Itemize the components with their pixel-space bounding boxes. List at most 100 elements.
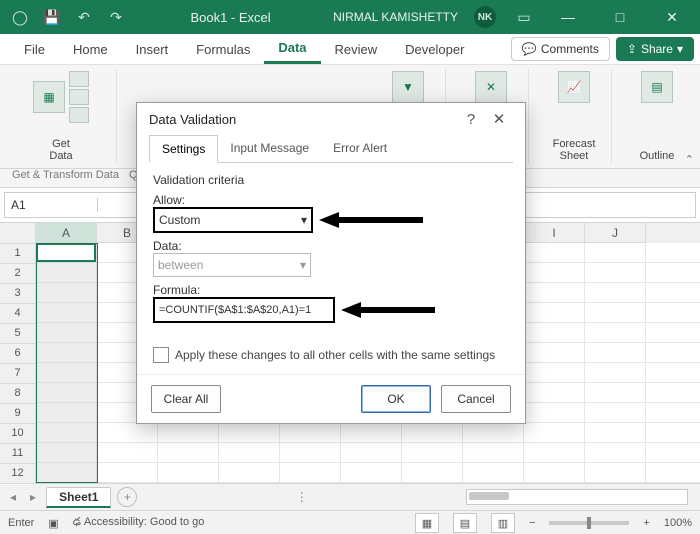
tab-formulas[interactable]: Formulas xyxy=(182,36,264,63)
save-icon[interactable]: 💾 xyxy=(40,5,64,29)
active-cell[interactable] xyxy=(36,243,96,262)
undo-icon[interactable]: ↶ xyxy=(72,5,96,29)
filter-icon[interactable]: ▼ xyxy=(392,71,424,103)
maximize-button[interactable]: □ xyxy=(600,4,640,30)
close-button[interactable]: ✕ xyxy=(652,4,692,30)
clear-all-label: Clear All xyxy=(164,392,209,406)
avatar[interactable]: NK xyxy=(474,6,496,28)
dialog-close-button[interactable]: ✕ xyxy=(485,107,513,131)
comments-button[interactable]: 💬 Comments xyxy=(511,37,610,61)
col-header[interactable]: J xyxy=(585,223,646,243)
row-header[interactable]: 8 xyxy=(0,384,36,404)
row-header[interactable]: 11 xyxy=(0,444,36,464)
ribbon-group-getdata: ▦ Get Data xyxy=(6,69,117,164)
checkbox-icon xyxy=(153,347,169,363)
forecast-label: Forecast Sheet xyxy=(553,138,596,162)
apply-all-checkbox[interactable]: Apply these changes to all other cells w… xyxy=(153,347,509,363)
dialog-tab-settings[interactable]: Settings xyxy=(149,135,218,163)
data-value: between xyxy=(158,258,203,272)
row-header[interactable]: 9 xyxy=(0,404,36,424)
status-mode: Enter xyxy=(8,517,34,529)
sheet-tab[interactable]: Sheet1 xyxy=(46,487,111,508)
row-header[interactable]: 2 xyxy=(0,264,36,284)
sheet-nav-next[interactable]: ▸ xyxy=(26,490,40,504)
minimize-button[interactable]: — xyxy=(548,4,588,30)
new-sheet-button[interactable]: + xyxy=(117,487,137,507)
share-button[interactable]: ⇪ Share ▾ xyxy=(616,37,694,61)
data-validation-icon[interactable]: ✕ xyxy=(475,71,507,103)
dialog-titlebar: Data Validation ? ✕ xyxy=(137,103,525,135)
name-box[interactable]: A1 xyxy=(5,198,98,212)
zoom-minus[interactable]: − xyxy=(529,517,535,529)
data-label: Data: xyxy=(153,239,509,253)
outline-label: Outline xyxy=(640,150,675,162)
formula-label: Formula: xyxy=(153,283,509,297)
ok-button[interactable]: OK xyxy=(361,385,431,413)
ribbon-options-icon[interactable]: ▭ xyxy=(512,5,536,29)
chevron-down-icon: ▾ xyxy=(301,213,307,227)
tab-review[interactable]: Review xyxy=(321,36,392,63)
cancel-button[interactable]: Cancel xyxy=(441,385,511,413)
zoom-plus[interactable]: + xyxy=(643,517,649,529)
dialog-tab-input-message[interactable]: Input Message xyxy=(218,135,321,162)
share-label: Share xyxy=(641,42,673,56)
horizontal-scrollbar[interactable] xyxy=(466,489,688,505)
col-header[interactable]: I xyxy=(524,223,585,243)
row-header[interactable]: 12 xyxy=(0,464,36,484)
ribbon-group-forecast: 📈 Forecast Sheet xyxy=(537,69,612,164)
allow-label: Allow: xyxy=(153,193,509,207)
col-header[interactable]: A xyxy=(36,223,97,243)
dialog-help-button[interactable]: ? xyxy=(457,107,485,131)
outline-icon[interactable]: ▤ xyxy=(641,71,673,103)
row-headers: 1 2 3 4 5 6 7 8 9 10 11 12 xyxy=(0,223,36,483)
view-normal-icon[interactable]: ▦ xyxy=(415,513,439,533)
cancel-label: Cancel xyxy=(457,392,494,406)
macro-record-icon[interactable]: ▣ xyxy=(48,517,58,530)
zoom-slider[interactable] xyxy=(549,521,629,525)
autosave-toggle[interactable]: ◯ xyxy=(8,5,32,29)
chevron-down-icon: ▾ xyxy=(677,42,683,56)
clear-all-button[interactable]: Clear All xyxy=(151,385,221,413)
collapse-ribbon-icon[interactable]: ⌃ xyxy=(685,153,694,166)
allow-combo[interactable]: Custom ▾ xyxy=(153,207,313,233)
accessibility-status[interactable]: ఢ Accessibility: Good to go xyxy=(73,516,205,531)
row-header[interactable]: 4 xyxy=(0,304,36,324)
accessibility-label: Accessibility: Good to go xyxy=(84,516,204,528)
from-web-icon[interactable] xyxy=(69,89,89,105)
from-text-icon[interactable] xyxy=(69,71,89,87)
formula-input[interactable]: =COUNTIF($A$1:$A$20,A1)=1 xyxy=(153,297,335,323)
row-header[interactable]: 6 xyxy=(0,344,36,364)
from-table-icon[interactable] xyxy=(69,107,89,123)
apply-all-label: Apply these changes to all other cells w… xyxy=(175,348,495,362)
dialog-footer: Clear All OK Cancel xyxy=(137,374,525,423)
row-header[interactable]: 7 xyxy=(0,364,36,384)
scroll-separator: ⋮ xyxy=(292,490,312,504)
row-header[interactable]: 5 xyxy=(0,324,36,344)
ok-label: OK xyxy=(387,392,404,406)
data-combo: between ▾ xyxy=(153,253,311,277)
share-icon: ⇪ xyxy=(627,42,637,56)
dialog-tab-error-alert[interactable]: Error Alert xyxy=(321,135,399,162)
sheet-nav-prev[interactable]: ◂ xyxy=(6,490,20,504)
row-header[interactable]: 10 xyxy=(0,424,36,444)
zoom-level[interactable]: 100% xyxy=(664,517,692,529)
tab-file[interactable]: File xyxy=(10,36,59,63)
row-header[interactable]: 3 xyxy=(0,284,36,304)
view-pagelayout-icon[interactable]: ▤ xyxy=(453,513,477,533)
tab-insert[interactable]: Insert xyxy=(122,36,183,63)
validation-criteria-label: Validation criteria xyxy=(153,173,509,187)
forecast-icon[interactable]: 📈 xyxy=(558,71,590,103)
tab-developer[interactable]: Developer xyxy=(391,36,478,63)
row-header[interactable]: 1 xyxy=(0,244,36,264)
annotation-arrow-icon xyxy=(341,300,441,320)
get-data-icon[interactable]: ▦ xyxy=(33,81,65,113)
titlebar: ◯ 💾 ↶ ↷ Book1 - Excel NIRMAL KAMISHETTY … xyxy=(0,0,700,34)
tab-home[interactable]: Home xyxy=(59,36,122,63)
select-all-corner[interactable] xyxy=(0,223,36,244)
quick-access-toolbar: ◯ 💾 ↶ ↷ xyxy=(8,5,128,29)
view-pagebreak-icon[interactable]: ▥ xyxy=(491,513,515,533)
accessibility-icon: ఢ xyxy=(73,516,84,528)
tab-data[interactable]: Data xyxy=(264,34,320,64)
annotation-arrow-icon xyxy=(319,210,429,230)
redo-icon[interactable]: ↷ xyxy=(104,5,128,29)
